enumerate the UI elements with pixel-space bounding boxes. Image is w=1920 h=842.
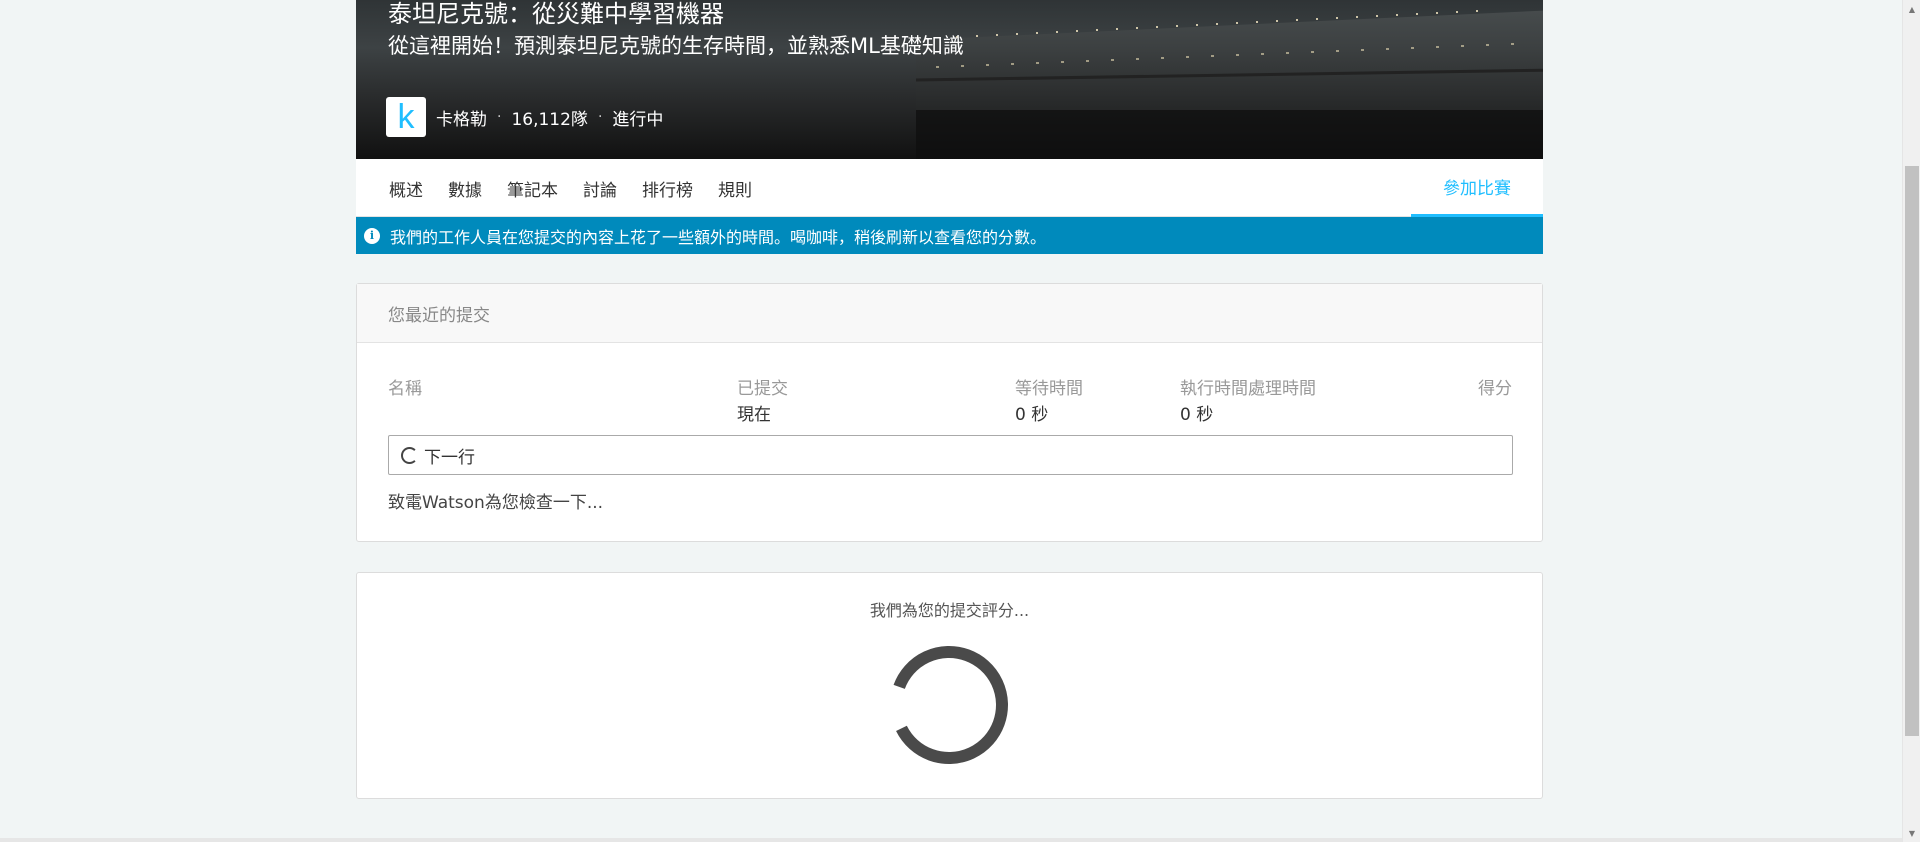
info-icon: i bbox=[364, 227, 380, 244]
horizontal-scrollbar[interactable] bbox=[0, 838, 1902, 842]
competition-banner: 泰坦尼克號：從災難中學習機器 從這裡開始！預測泰坦尼克號的生存時間，並熟悉ML基… bbox=[356, 0, 1543, 159]
submission-table: 名稱 已提交 等待時間 執行時間處理時間 得分 現在 0 秒 0 秒 bbox=[357, 343, 1542, 433]
submitted-value: 現在 bbox=[737, 405, 771, 425]
join-competition-button[interactable]: 參加比賽 bbox=[1411, 159, 1543, 217]
tab-discussion[interactable]: 討論 bbox=[583, 176, 617, 201]
watson-message: 致電Watson為您檢查一下... bbox=[388, 493, 604, 513]
competition-tabs: 概述 數據 筆記本 討論 排行榜 規則 參加比賽 bbox=[356, 159, 1543, 217]
competition-status: 進行中 bbox=[612, 109, 664, 130]
scroll-thumb[interactable] bbox=[1905, 166, 1919, 736]
titanic-ship-image bbox=[916, 10, 1543, 159]
info-message: 我們的工作人員在您提交的內容上花了一些額外的時間。喝咖啡，稍後刷新以查看您的分數… bbox=[390, 227, 1047, 247]
tab-leaderboard[interactable]: 排行榜 bbox=[642, 176, 693, 201]
column-score: 得分 bbox=[1478, 379, 1512, 399]
loading-row: 下一行 bbox=[388, 435, 1513, 475]
vertical-scrollbar[interactable]: ▲ ▼ bbox=[1902, 0, 1920, 842]
competition-title: 泰坦尼克號：從災難中學習機器 bbox=[388, 0, 724, 28]
execution-time-value: 0 秒 bbox=[1180, 405, 1214, 425]
column-execution-time: 執行時間處理時間 bbox=[1180, 379, 1316, 399]
grading-card: 我們為您的提交評分... bbox=[356, 572, 1543, 799]
competition-meta: k 卡格勒 · 16,112隊 · 進行中 bbox=[386, 97, 663, 137]
grading-spinner-icon bbox=[890, 646, 1008, 764]
grading-message: 我們為您的提交評分... bbox=[869, 601, 1030, 620]
tab-overview[interactable]: 概述 bbox=[389, 176, 423, 201]
scroll-down-arrow-icon[interactable]: ▼ bbox=[1903, 824, 1920, 842]
separator: · bbox=[497, 109, 502, 125]
tab-rules[interactable]: 規則 bbox=[718, 176, 752, 201]
info-banner: i 我們的工作人員在您提交的內容上花了一些額外的時間。喝咖啡，稍後刷新以查看您的… bbox=[356, 217, 1543, 254]
recent-submissions-header: 您最近的提交 bbox=[357, 284, 1542, 343]
wait-time-value: 0 秒 bbox=[1015, 405, 1049, 425]
scroll-up-arrow-icon[interactable]: ▲ bbox=[1903, 0, 1920, 18]
loading-spinner-icon bbox=[401, 446, 418, 464]
kaggle-logo-icon[interactable]: k bbox=[386, 97, 426, 137]
tab-notebooks[interactable]: 筆記本 bbox=[507, 176, 558, 201]
team-count: 16,112隊 bbox=[511, 109, 588, 130]
loading-label: 下一行 bbox=[424, 447, 475, 468]
host-name[interactable]: 卡格勒 bbox=[436, 105, 487, 130]
column-name: 名稱 bbox=[388, 379, 422, 399]
competition-subtitle: 從這裡開始！預測泰坦尼克號的生存時間，並熟悉ML基礎知識 bbox=[388, 34, 964, 58]
main-content: 泰坦尼克號：從災難中學習機器 從這裡開始！預測泰坦尼克號的生存時間，並熟悉ML基… bbox=[356, 0, 1543, 799]
column-submitted: 已提交 bbox=[737, 379, 788, 399]
column-wait-time: 等待時間 bbox=[1015, 379, 1083, 399]
tab-data[interactable]: 數據 bbox=[448, 176, 482, 201]
separator: · bbox=[597, 109, 603, 125]
recent-submissions-card: 您最近的提交 名稱 已提交 等待時間 執行時間處理時間 得分 現在 0 秒 0 … bbox=[356, 283, 1543, 542]
